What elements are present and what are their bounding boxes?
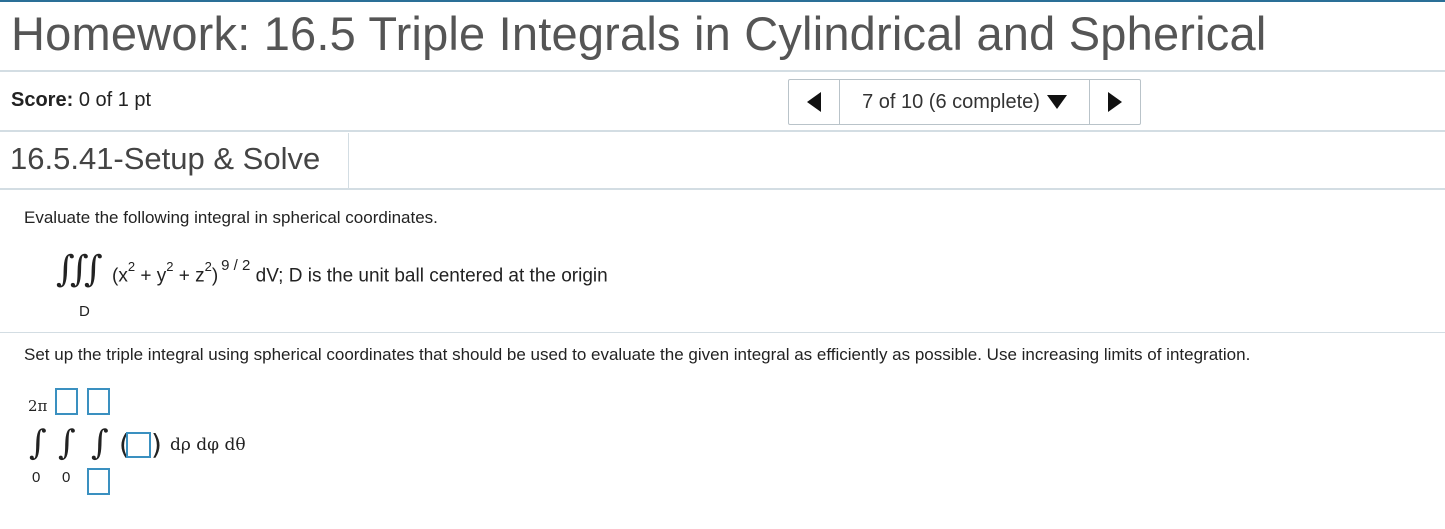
- integral-sign: ∫: [58, 423, 76, 463]
- arrow-right-icon: [1108, 92, 1122, 112]
- caret-down-icon: [1046, 95, 1067, 109]
- inner-upper-limit-input[interactable]: [87, 388, 110, 415]
- divider: [0, 332, 1445, 333]
- integral-tail: dV; D is the unit ball centered at the o…: [255, 265, 608, 287]
- right-paren: ): [151, 428, 162, 461]
- next-question-button[interactable]: [1089, 80, 1140, 124]
- score-display: Score: 0 of 1 pt: [11, 89, 151, 112]
- middle-upper-limit-input[interactable]: [55, 388, 78, 415]
- divider: [348, 133, 349, 188]
- question-selector-dropdown[interactable]: 7 of 10 (6 complete): [840, 80, 1089, 124]
- top-accent-line: [0, 0, 1445, 2]
- middle-lower-limit: 0: [62, 469, 71, 486]
- problem-instruction: Evaluate the following integral in spher…: [24, 208, 438, 227]
- outer-upper-limit: 2π: [28, 397, 48, 415]
- problem-id: 16.5.41-Setup & Solve: [10, 141, 321, 176]
- outer-lower-limit: 0: [32, 469, 41, 486]
- inner-lower-limit-input[interactable]: [87, 468, 110, 495]
- divider: [0, 188, 1445, 190]
- integrand-input[interactable]: [126, 432, 151, 458]
- score-value: 0 of 1 pt: [78, 89, 152, 111]
- differentials: dρ dφ dθ: [170, 435, 246, 455]
- integral-sign: ∫: [91, 423, 109, 463]
- exponent: 9 / 2: [221, 257, 251, 275]
- homework-title: Homework: 16.5 Triple Integrals in Cylin…: [11, 7, 1267, 60]
- score-label: Score:: [11, 89, 74, 111]
- region-label: D: [79, 303, 90, 320]
- setup-integral: 2π ∫ ∫ ∫ ( ) dρ dφ dθ 0 0: [20, 380, 420, 500]
- question-navigator: 7 of 10 (6 complete): [788, 79, 1141, 125]
- integrand-expression: (x2 + y2 + z2) 9 / 2 dV; D is the unit ba…: [112, 257, 608, 287]
- previous-question-button[interactable]: [789, 80, 840, 124]
- divider: [0, 70, 1445, 72]
- integral-sign: ∫: [84, 249, 103, 290]
- arrow-left-icon: [807, 92, 821, 112]
- integral-sign: ∫: [29, 423, 47, 463]
- setup-instruction: Set up the triple integral using spheric…: [24, 345, 1251, 364]
- question-progress-text: 7 of 10 (6 complete): [862, 90, 1040, 113]
- divider: [0, 130, 1445, 132]
